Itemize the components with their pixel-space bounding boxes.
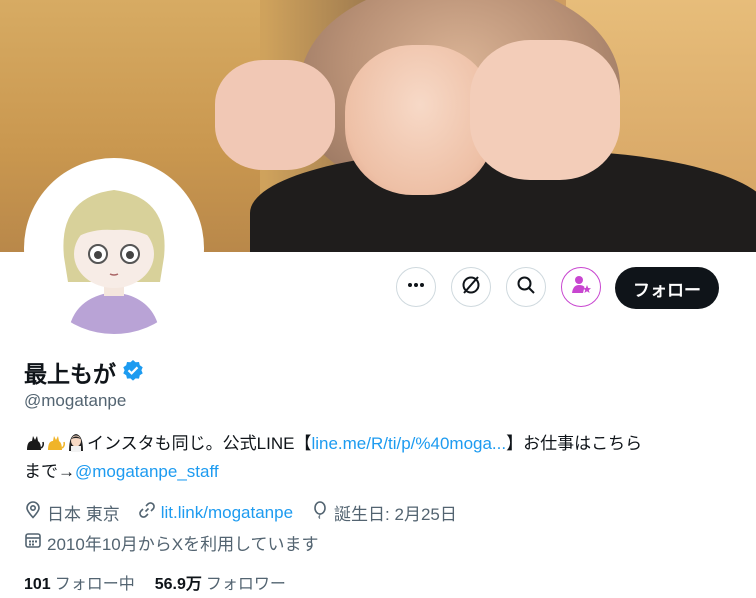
followers-count: 56.9万: [154, 576, 202, 593]
profile-meta-row: 日本 東京 lit.link/mogatanpe 誕生日: 2月25日: [24, 500, 475, 525]
display-name: 最上もが: [24, 361, 116, 387]
follow-button[interactable]: フォロー: [615, 267, 719, 309]
following-label: フォロー中: [54, 576, 135, 593]
profile-joined: 2010年10月からXを利用しています: [24, 530, 319, 555]
joined-text: 2010年10月からXを利用しています: [47, 535, 319, 554]
birthday-text: 誕生日: 2月25日: [334, 505, 457, 524]
balloon-icon: [311, 501, 329, 524]
subscribe-button[interactable]: [561, 267, 601, 307]
location-text: 日本 東京: [47, 505, 120, 524]
search-icon: [516, 275, 536, 300]
grok-icon: [460, 274, 482, 301]
location-pin-icon: [24, 501, 42, 524]
more-horizontal-icon: [406, 275, 426, 300]
followers-stat[interactable]: 56.9万 フォロワー: [155, 570, 286, 594]
profile-joined-row: 2010年10月からXを利用しています: [24, 530, 337, 555]
bio-line-2-prefix: まで→: [24, 462, 75, 481]
bio-line-1: インスタも同じ。公式LINE【line.me/R/ti/p/%40moga...…: [24, 434, 642, 453]
grok-button[interactable]: [451, 267, 491, 307]
profile-bio: インスタも同じ。公式LINE【line.me/R/ti/p/%40moga...…: [24, 430, 734, 486]
avatar-illustration: [28, 162, 200, 334]
verified-badge-icon[interactable]: [122, 359, 144, 386]
search-profile-button[interactable]: [506, 267, 546, 307]
following-count: 101: [24, 576, 51, 593]
profile-name-row: 最上もが: [24, 354, 144, 390]
woman-emoji-icon: [66, 432, 86, 452]
following-stat[interactable]: 101 フォロー中: [24, 570, 135, 594]
banner-person-hand-left: [215, 60, 335, 170]
subscribe-person-star-icon: [570, 274, 592, 301]
website-link[interactable]: lit.link/mogatanpe: [161, 503, 293, 523]
bio-staff-link[interactable]: @mogatanpe_staff: [75, 462, 219, 481]
bio-text-before: インスタも同じ。公式LINE【: [87, 434, 312, 453]
profile-stats: 101 フォロー中 56.9万 フォロワー: [24, 570, 286, 594]
followers-label: フォロワー: [205, 576, 286, 593]
cat-emoji-icon: [45, 432, 65, 452]
profile-birthday: 誕生日: 2月25日: [311, 500, 457, 525]
black-cat-emoji-icon: [24, 432, 44, 452]
link-icon: [138, 501, 156, 524]
profile-website[interactable]: lit.link/mogatanpe: [138, 501, 293, 524]
banner-person-hand-right: [470, 40, 620, 180]
more-button[interactable]: [396, 267, 436, 307]
profile-avatar[interactable]: [24, 158, 204, 338]
bio-text-after: 】お仕事はこちら: [506, 434, 643, 453]
bio-line-link[interactable]: line.me/R/ti/p/%40moga...: [311, 434, 506, 453]
profile-location: 日本 東京: [24, 500, 120, 525]
calendar-icon: [24, 531, 42, 554]
profile-handle: @mogatanpe: [24, 391, 127, 410]
